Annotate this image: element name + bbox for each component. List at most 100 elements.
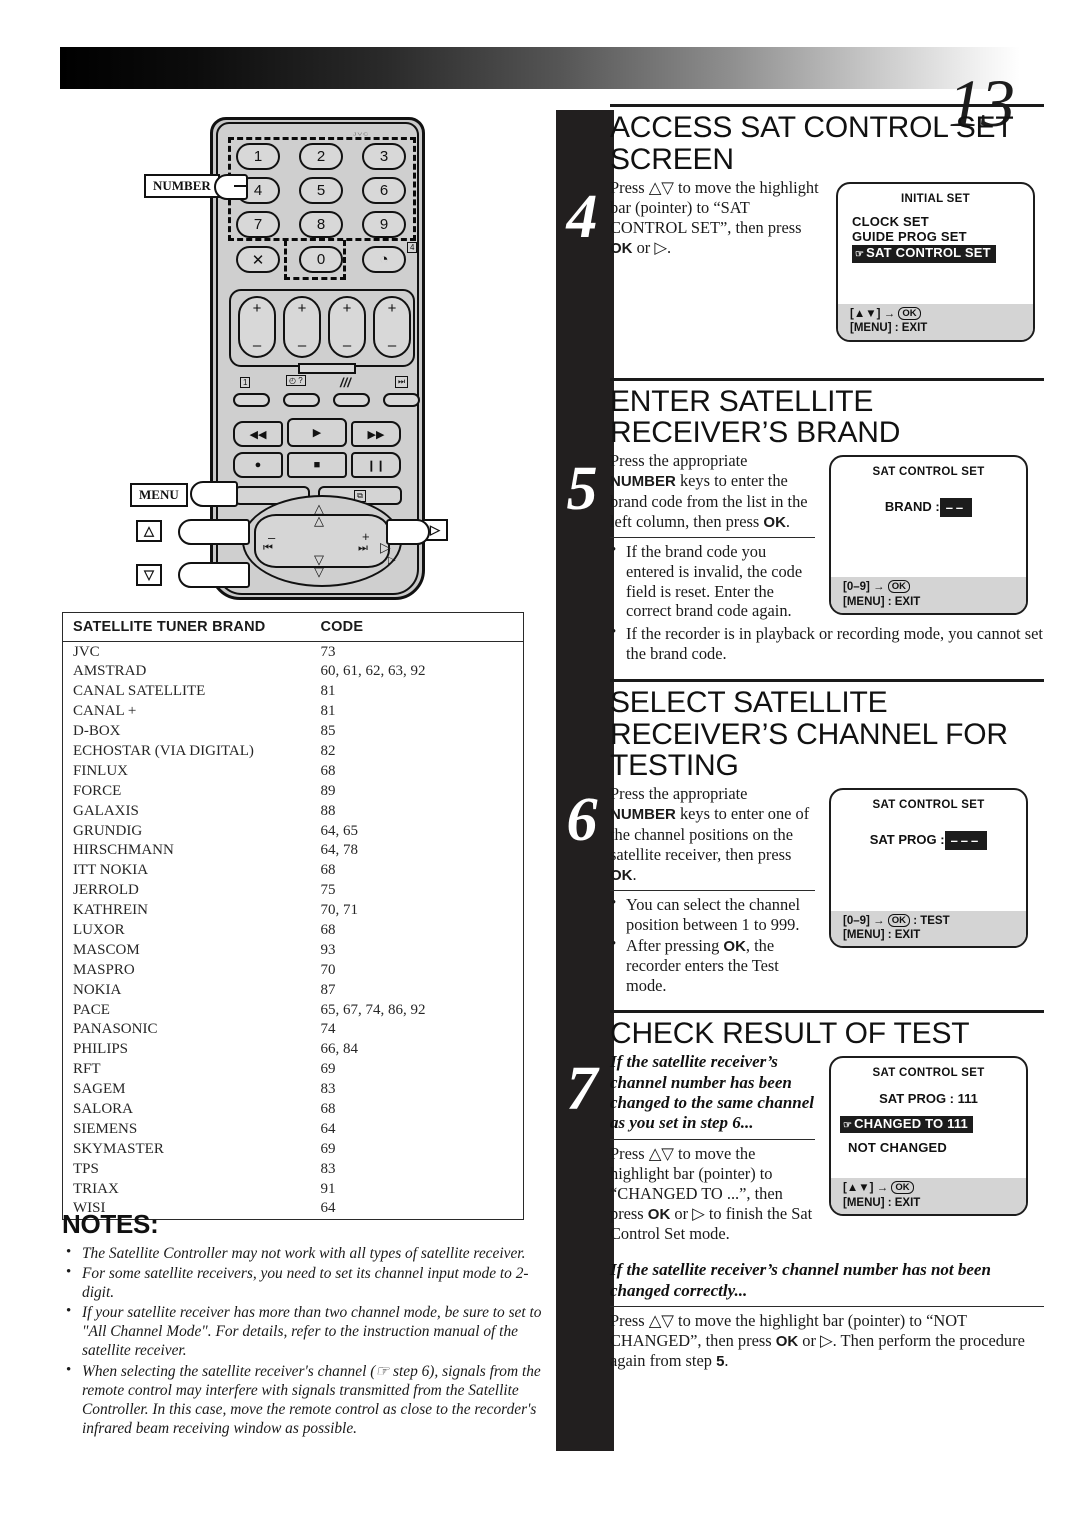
screen-footer: [▲▼] → OK [MENU] : EXIT xyxy=(831,1178,1026,1215)
cell-brand: SIEMENS xyxy=(73,1120,138,1137)
pointing-hand-icon xyxy=(178,562,250,588)
screen-title: SAT CONTROL SET xyxy=(872,1067,985,1080)
cell-code: 83 xyxy=(320,1160,336,1177)
remote-rewind-button[interactable]: ◀◀ xyxy=(233,421,283,447)
menu-item-clock-set[interactable]: CLOCK SET xyxy=(852,214,1033,230)
table-row: FINLUX 68 xyxy=(63,761,524,781)
screen-footer-line-1: [0–9] → OK : TEST xyxy=(843,913,950,927)
menu-item-sat-control-set[interactable]: ☞ SAT CONTROL SET xyxy=(852,245,1033,263)
jog-forward-icon: ⏭ xyxy=(358,542,368,554)
remote-key-3[interactable]: 3 xyxy=(362,143,406,170)
remote-key-7[interactable]: 7 xyxy=(236,211,280,238)
pointing-hand-icon xyxy=(386,519,430,545)
function-label-1: 1 xyxy=(240,377,251,388)
remote-function-key-4[interactable] xyxy=(383,393,420,407)
plus-label: + xyxy=(387,300,397,317)
screen-footer-line-2: [MENU] : EXIT xyxy=(843,595,921,608)
cell-brand: ECHOSTAR (VIA DIGITAL) xyxy=(73,742,254,759)
notes-section: NOTES: The Satellite Controller may not … xyxy=(62,1209,552,1439)
step-7-body-1: Press △▽ to move the highlight bar (poin… xyxy=(610,1143,813,1244)
cell-brand: D-BOX xyxy=(73,723,121,740)
table-header-row: SATELLITE TUNER BRAND CODE xyxy=(62,612,524,642)
cell-code: 70 xyxy=(320,961,336,978)
table-row: ITT NOKIA 68 xyxy=(63,861,524,881)
remote-stop-button[interactable]: ■ xyxy=(287,452,347,478)
remote-function-key-1[interactable] xyxy=(233,393,270,407)
brand-field-value[interactable]: –– xyxy=(939,498,973,518)
step-7-top-rule xyxy=(610,1010,1044,1014)
cell-brand: AMSTRAD xyxy=(73,663,147,680)
remote-key-6[interactable]: 6 xyxy=(362,177,406,204)
cell-brand: PACE xyxy=(73,1001,110,1018)
table-row: CANAL + 81 xyxy=(63,702,524,722)
cell-brand: NOKIA xyxy=(73,981,122,998)
cell-code: 66, 84 xyxy=(320,1041,359,1058)
cell-code: 70, 71 xyxy=(320,902,359,919)
remote-plusminus-3[interactable]: + – xyxy=(328,296,366,358)
table-row: PANASONIC 74 xyxy=(63,1020,524,1040)
cell-brand: LUXOR xyxy=(73,921,125,938)
cell-brand: JVC xyxy=(73,643,100,660)
table-row: PHILIPS 66, 84 xyxy=(63,1040,524,1060)
remote-key-5[interactable]: 5 xyxy=(299,177,343,204)
table-row: MASCOM 93 xyxy=(63,940,524,960)
ok-key-icon: OK xyxy=(898,306,921,320)
jog-down-arrow-icon: ▽ xyxy=(314,564,324,579)
remote-pause-button[interactable]: ❙❙ xyxy=(351,452,401,478)
step-5-bullets-wide: If the recorder is in playback or record… xyxy=(610,623,1044,664)
table-row: KATHREIN 70, 71 xyxy=(63,901,524,921)
remote-plusminus-4[interactable]: + – xyxy=(373,296,411,358)
clock-help-icon: ◴ ? xyxy=(286,375,306,386)
table-row: GALAXIS 88 xyxy=(63,801,524,821)
remote-key-cancel[interactable]: ✕ xyxy=(236,246,280,273)
table-row: JERROLD 75 xyxy=(63,881,524,901)
remote-forward-button[interactable]: ▶▶ xyxy=(351,421,401,447)
table-row: D-BOX 85 xyxy=(63,722,524,742)
cell-brand: JERROLD xyxy=(73,882,139,899)
note-item: If your satellite receiver has more than… xyxy=(62,1302,552,1360)
remote-play-button[interactable]: ▶ xyxy=(287,418,347,447)
table-row: TRIAX 91 xyxy=(63,1179,524,1199)
callout-down: ▽ xyxy=(136,564,162,586)
header-gradient-band: 13 xyxy=(60,47,1020,137)
step-6-number: 6 xyxy=(566,785,598,854)
cell-code: 68 xyxy=(320,862,336,879)
step-4-number: 4 xyxy=(566,183,598,251)
menu-item-changed-to[interactable]: ☞ CHANGED TO 111 xyxy=(840,1116,1026,1134)
left-column: JVC 1 2 3 4 5 6 7 8 9 ✕ 0 ◔ 4 + – + – + xyxy=(40,100,542,1500)
remote-key-1[interactable]: 1 xyxy=(236,143,280,170)
list-item: After pressing OK, the recorder enters t… xyxy=(610,935,815,996)
list-item: If the brand code you entered is invalid… xyxy=(610,541,815,621)
cell-brand: FORCE xyxy=(73,782,122,799)
remote-record-button[interactable]: ● xyxy=(233,452,283,478)
menu-item-guide-prog-set[interactable]: GUIDE PROG SET xyxy=(852,229,1033,245)
menu-item-not-changed[interactable]: NOT CHANGED xyxy=(840,1140,1026,1156)
cell-brand: RFT xyxy=(73,1061,101,1078)
step-7-divider xyxy=(610,1138,815,1140)
sat-prog-field-value[interactable]: ––– xyxy=(944,831,988,851)
remote-key-timer[interactable]: ◔ xyxy=(362,246,406,273)
remote-function-key-3[interactable] xyxy=(333,393,370,407)
table-row: SAGEM 83 xyxy=(63,1080,524,1100)
remote-key-0[interactable]: 0 xyxy=(299,246,343,273)
note-item: For some satellite receivers, you need t… xyxy=(62,1263,552,1302)
remote-key-8[interactable]: 8 xyxy=(299,211,343,238)
step-5-bullets: If the brand code you entered is invalid… xyxy=(610,541,815,621)
pointer-icon: ☞ xyxy=(855,249,865,261)
callout-up: △ xyxy=(136,520,162,542)
table-row: GRUNDIG 64, 65 xyxy=(63,821,524,841)
cell-brand: PHILIPS xyxy=(73,1041,129,1058)
remote-plusminus-1[interactable]: + – xyxy=(238,296,276,358)
remote-key-2[interactable]: 2 xyxy=(299,143,343,170)
cell-brand: GRUNDIG xyxy=(73,822,143,839)
step-7-body-2: Press △▽ to move the highlight bar (poin… xyxy=(610,1310,1025,1371)
remote-key-9[interactable]: 9 xyxy=(362,211,406,238)
callout-number: NUMBER xyxy=(144,174,220,198)
cell-code: 87 xyxy=(320,981,336,998)
step-7-subhead-1: If the satellite receiver’s channel numb… xyxy=(610,1052,815,1133)
remote-plusminus-2[interactable]: + – xyxy=(283,296,321,358)
cell-brand: PANASONIC xyxy=(73,1021,158,1038)
step-7-number: 7 xyxy=(566,1055,598,1124)
cell-brand: HIRSCHMANN xyxy=(73,842,174,859)
remote-function-key-2[interactable] xyxy=(283,393,320,407)
